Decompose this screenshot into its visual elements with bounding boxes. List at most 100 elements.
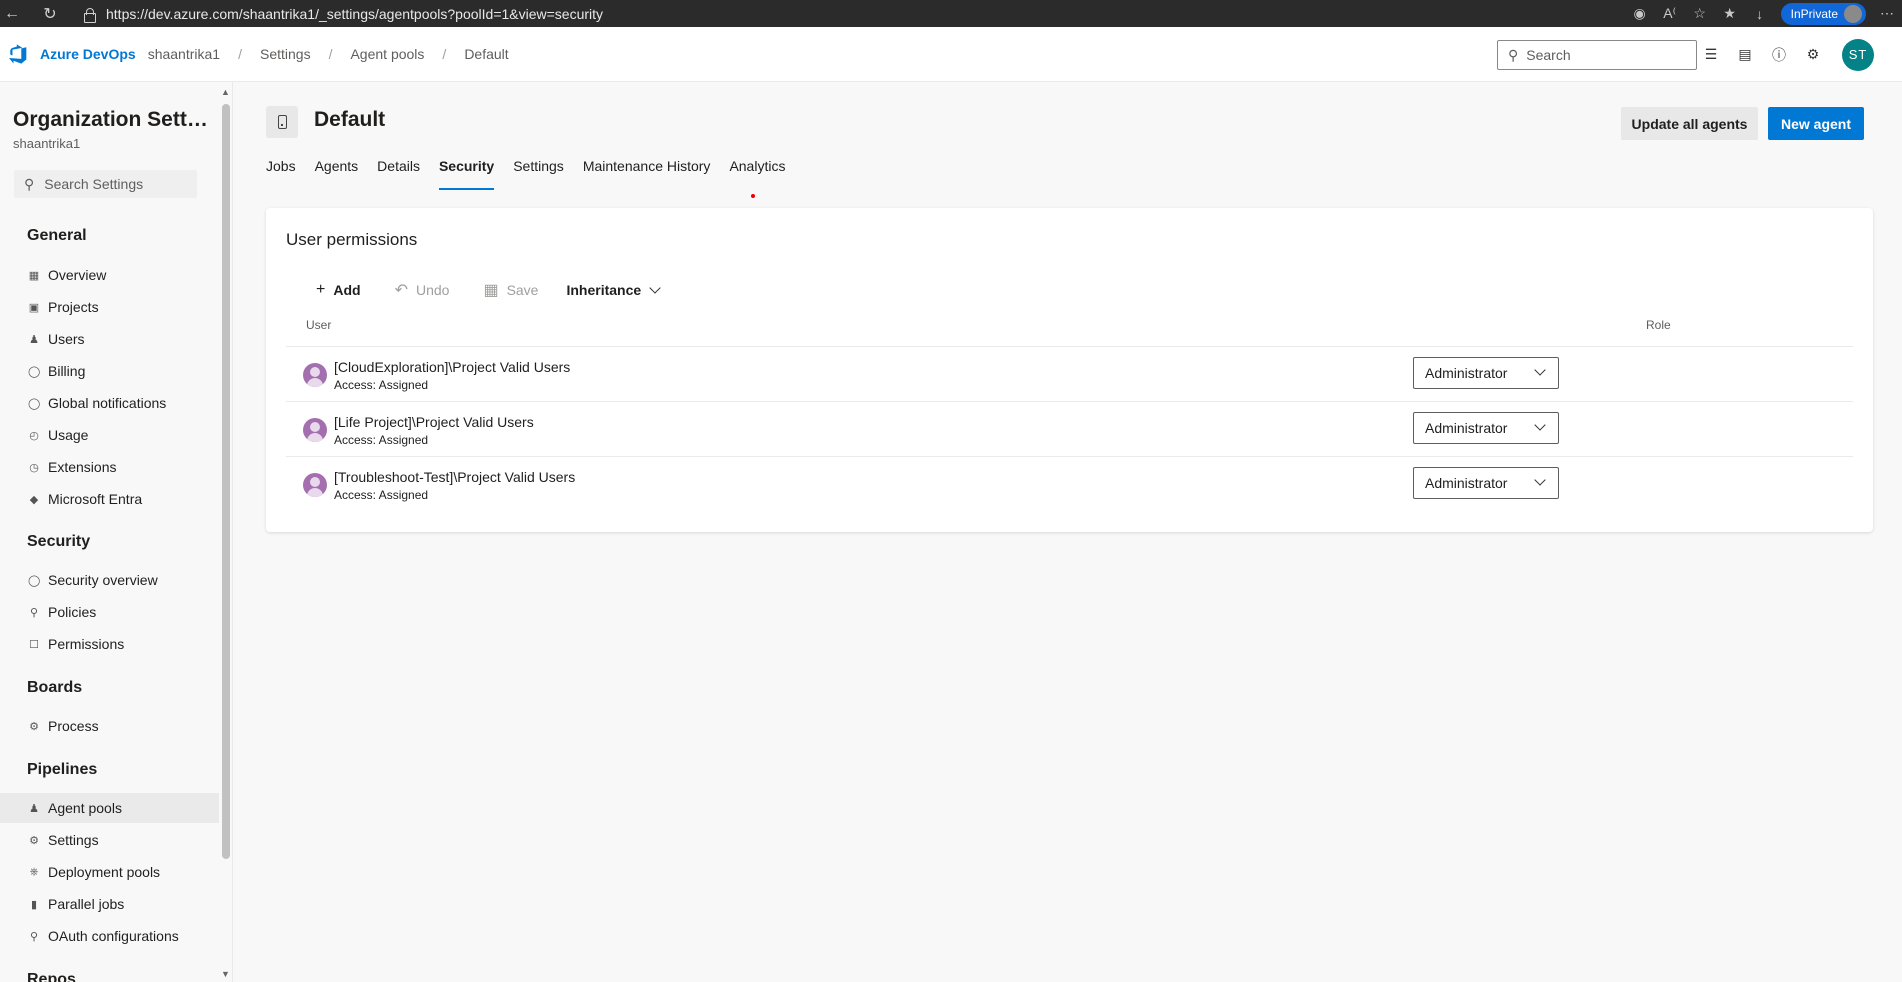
scroll-up-icon[interactable]: ▲ — [221, 87, 230, 97]
top-search-input[interactable]: ⚲ Search — [1497, 40, 1697, 70]
agent-pool-icon — [266, 106, 298, 138]
sidebar-item-permissions[interactable]: ☐ Permissions — [0, 629, 219, 659]
sidebar-item-label: Extensions — [48, 459, 117, 475]
user-settings-icon[interactable]: ⚙ — [1798, 40, 1828, 70]
browser-toolbar: ← ↻ https://dev.azure.com/shaantrika1/_s… — [0, 0, 1902, 27]
marketplace-bag-icon[interactable]: ▤ — [1730, 40, 1760, 70]
tab-jobs[interactable]: Jobs — [266, 158, 296, 194]
sidebar-item-users[interactable]: ♟ Users — [0, 324, 219, 354]
add-button[interactable]: + Add — [316, 281, 361, 299]
sidebar-scrollbar[interactable]: ▲ ▼ — [219, 82, 231, 982]
sidebar-item-label: Permissions — [48, 636, 125, 652]
inprivate-badge[interactable]: InPrivate — [1780, 2, 1866, 25]
update-all-agents-button[interactable]: Update all agents — [1621, 107, 1758, 140]
notification-icon: ◯ — [28, 397, 41, 410]
favorite-star-icon[interactable]: ☆ — [1685, 0, 1715, 27]
sidebar-item-microsoft-entra[interactable]: ◆ Microsoft Entra — [0, 484, 219, 514]
key-icon: ⚲ — [29, 930, 39, 943]
read-aloud-icon[interactable]: A⁽ — [1655, 0, 1685, 27]
table-row[interactable]: [CloudExploration]\Project Valid Users A… — [286, 346, 1853, 401]
sidebar-item-extensions[interactable]: ◷ Extensions — [0, 452, 219, 482]
tab-security[interactable]: Security — [438, 158, 495, 194]
downloads-icon[interactable]: ↓ — [1745, 0, 1775, 27]
tab-maintenance-history[interactable]: Maintenance History — [583, 158, 711, 194]
address-bar[interactable]: https://dev.azure.com/shaantrika1/_setti… — [82, 3, 603, 25]
sidebar-item-parallel-jobs[interactable]: ▮ Parallel jobs — [0, 889, 219, 919]
policy-icon: ⚲ — [29, 606, 39, 619]
sidebar-item-security-overview[interactable]: ◯ Security overview — [0, 565, 219, 595]
sidebar-item-agent-pools[interactable]: ♟ Agent pools — [0, 793, 219, 823]
tab-details[interactable]: Details — [377, 158, 420, 194]
scrollbar-thumb[interactable] — [222, 104, 230, 859]
tracking-prevention-icon[interactable]: ◉ — [1625, 0, 1655, 27]
sidebar-item-billing[interactable]: ◯ Billing — [0, 356, 219, 386]
role-value: Administrator — [1425, 475, 1508, 491]
sidebar-item-process[interactable]: ⚙ Process — [0, 711, 219, 741]
breadcrumb-org[interactable]: shaantrika1 — [148, 46, 220, 62]
inheritance-dropdown[interactable]: Inheritance — [566, 282, 661, 298]
plus-icon: + — [316, 281, 326, 298]
user-permissions-card: User permissions + Add ↶ Undo ▦ Save Inh… — [266, 208, 1873, 532]
sidebar-item-deployment-pools[interactable]: ⎈ Deployment pools — [0, 857, 219, 887]
process-icon: ⚙ — [29, 720, 39, 733]
new-agent-button[interactable]: New agent — [1768, 107, 1864, 140]
role-dropdown[interactable]: Administrator — [1413, 357, 1559, 389]
group-avatar-icon — [303, 473, 327, 497]
role-dropdown[interactable]: Administrator — [1413, 467, 1559, 499]
breadcrumb-default[interactable]: Default — [464, 46, 508, 62]
tab-agents[interactable]: Agents — [315, 158, 359, 194]
chevron-down-icon — [1534, 364, 1546, 376]
sidebar-item-policies[interactable]: ⚲ Policies — [0, 597, 219, 627]
undo-button[interactable]: ↶ Undo — [395, 280, 450, 300]
role-dropdown[interactable]: Administrator — [1413, 412, 1559, 444]
row-access: Access: Assigned — [334, 378, 429, 392]
row-access: Access: Assigned — [334, 433, 429, 447]
breadcrumb-agent-pools[interactable]: Agent pools — [350, 46, 424, 62]
settings-search-placeholder: Search Settings — [44, 176, 144, 192]
save-button[interactable]: ▦ Save — [483, 280, 538, 300]
back-arrow-icon[interactable]: ← — [0, 0, 24, 27]
sidebar-item-overview[interactable]: ▦ Overview — [0, 260, 219, 290]
lock-icon — [82, 7, 96, 23]
page-title: Default — [314, 108, 386, 131]
card-title: User permissions — [286, 230, 418, 249]
favorites-icon[interactable]: ★ — [1715, 0, 1745, 27]
work-items-icon[interactable]: ☰ — [1696, 40, 1726, 70]
group-avatar-icon — [303, 418, 327, 442]
user-avatar[interactable]: ST — [1842, 38, 1874, 71]
chevron-down-icon — [649, 282, 661, 294]
undo-icon: ↶ — [394, 282, 408, 299]
sidebar-item-oauth-configurations[interactable]: ⚲ OAuth configurations — [0, 921, 219, 951]
sidebar-item-usage[interactable]: ◴ Usage — [0, 420, 219, 450]
breadcrumb-settings[interactable]: Settings — [260, 46, 311, 62]
org-settings-title: Organization Settin... — [13, 108, 213, 131]
tab-settings[interactable]: Settings — [513, 158, 564, 194]
more-menu-icon[interactable]: ⋯ — [1872, 0, 1902, 27]
tab-analytics[interactable]: Analytics — [729, 158, 785, 194]
table-row[interactable]: [Troubleshoot-Test]\Project Valid Users … — [286, 456, 1853, 511]
sidebar-item-projects[interactable]: ▣ Projects — [0, 292, 219, 322]
sidebar-item-pipeline-settings[interactable]: ⚙ Settings — [0, 825, 219, 855]
brand-link[interactable]: Azure DevOps — [40, 46, 136, 62]
parallel-icon: ▮ — [30, 898, 38, 911]
top-navigation: Azure DevOps shaantrika1 / Settings / Ag… — [0, 27, 1902, 82]
shield-icon: ◯ — [28, 574, 41, 587]
scroll-down-icon[interactable]: ▼ — [221, 969, 230, 979]
inprivate-label: InPrivate — [1790, 6, 1838, 21]
reload-icon[interactable]: ↻ — [38, 0, 62, 27]
azure-devops-logo-icon[interactable] — [8, 43, 30, 65]
section-general: General — [27, 227, 87, 244]
billing-icon: ◯ — [28, 365, 41, 378]
row-access: Access: Assigned — [334, 488, 429, 502]
undo-label: Undo — [415, 282, 450, 298]
help-icon[interactable]: ⓘ — [1764, 40, 1794, 70]
permissions-table: [CloudExploration]\Project Valid Users A… — [286, 346, 1853, 511]
sidebar-item-global-notifications[interactable]: ◯ Global notifications — [0, 388, 219, 418]
section-security: Security — [27, 533, 91, 550]
section-pipelines: Pipelines — [27, 761, 98, 778]
url-text: https://dev.azure.com/shaantrika1/_setti… — [106, 5, 604, 22]
add-label: Add — [333, 282, 361, 298]
table-row[interactable]: [Life Project]\Project Valid Users Acces… — [286, 401, 1853, 456]
settings-search-input[interactable]: ⚲ Search Settings — [14, 170, 197, 198]
project-icon: ▣ — [28, 301, 40, 314]
